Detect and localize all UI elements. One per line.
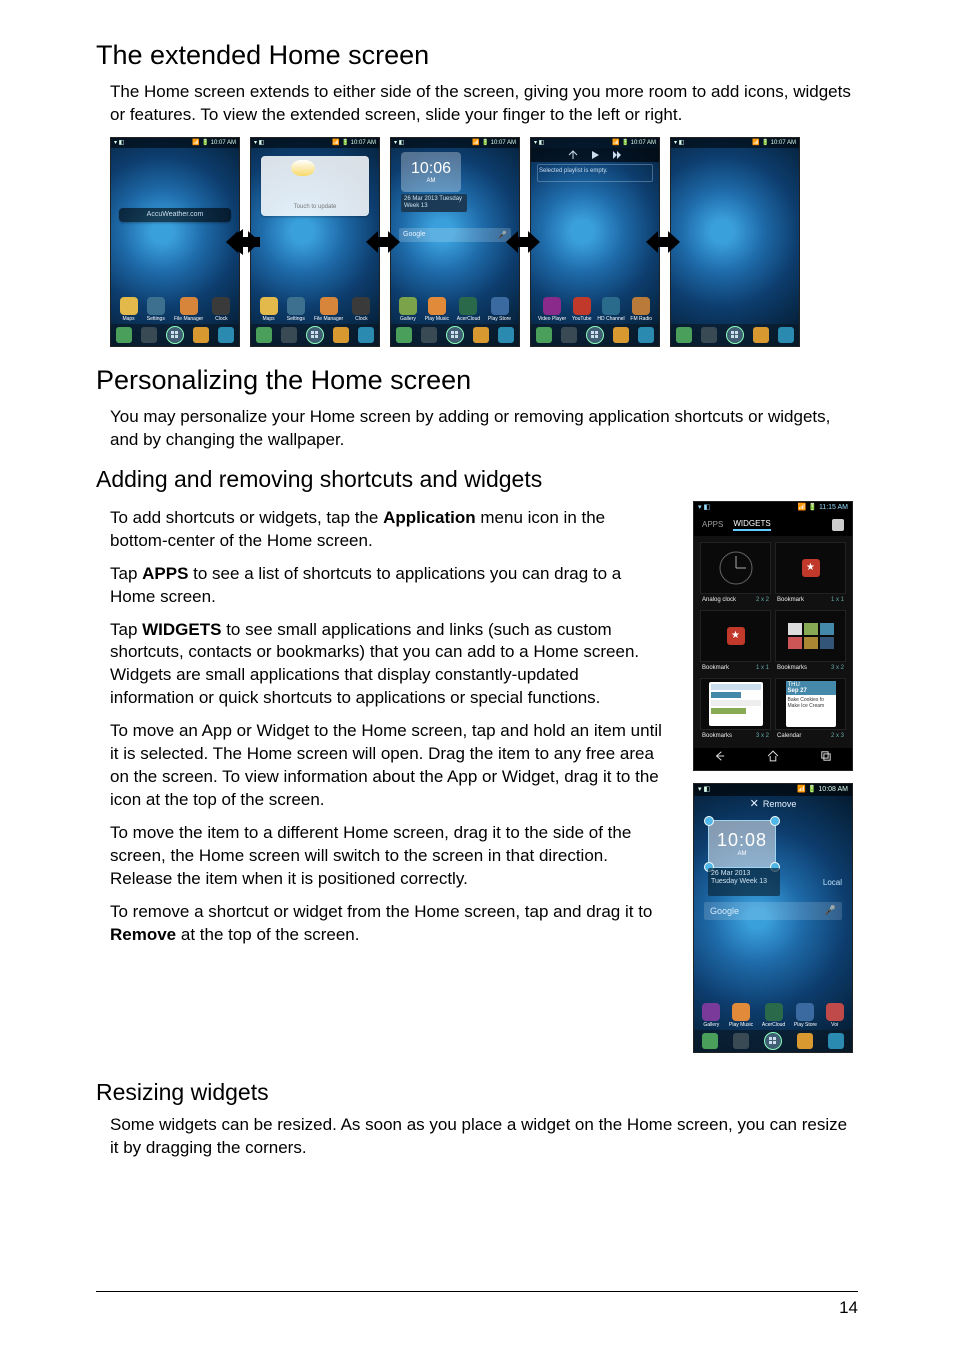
paragraph-add-p5: To move the item to a different Home scr… bbox=[110, 822, 663, 891]
heading-personalizing: Personalizing the Home screen bbox=[96, 365, 858, 396]
arrow-icon bbox=[646, 225, 680, 259]
home-screen-4: ▾ ◧📶 🔋 10:07 AMSelected playlist is empt… bbox=[530, 137, 660, 347]
paragraph-add-p2: Tap APPS to see a list of shortcuts to a… bbox=[110, 563, 663, 609]
shop-icon bbox=[832, 519, 844, 531]
tab-apps: APPS bbox=[702, 520, 723, 529]
paragraph-resizing-desc: Some widgets can be resized. As soon as … bbox=[110, 1114, 858, 1160]
home-screen-2: ▾ ◧📶 🔋 10:07 AMTouch to updateMapsSettin… bbox=[250, 137, 380, 347]
date-widget: 26 Mar 2013 Tuesday Week 13 bbox=[708, 868, 780, 896]
arrow-icon bbox=[226, 225, 260, 259]
remove-label: Remove bbox=[763, 799, 797, 809]
close-icon: ✕ bbox=[750, 797, 759, 810]
home-screen-5: ▾ ◧📶 🔋 10:07 AM bbox=[670, 137, 800, 347]
search-widget: Google 🎤 bbox=[704, 902, 842, 920]
widget-cell-5: THUSep 27Bake Cookies fo Make Ice CreamC… bbox=[775, 678, 846, 742]
search-text: Google bbox=[710, 906, 739, 916]
paragraph-add-p4: To move an App or Widget to the Home scr… bbox=[110, 720, 663, 812]
clock-widget-selected: 10:08 AM bbox=[708, 820, 776, 868]
paragraph-add-p3: Tap WIDGETS to see small applications an… bbox=[110, 619, 663, 711]
arrow-icon bbox=[506, 225, 540, 259]
heading-adding-removing: Adding and removing shortcuts and widget… bbox=[96, 466, 858, 493]
extended-home-illustration: ▾ ◧📶 🔋 10:07 AMAccuWeather.comMapsSettin… bbox=[110, 137, 858, 347]
paragraph-add-p1: To add shortcuts or widgets, tap the App… bbox=[110, 507, 663, 553]
widget-cell-2: ★Bookmark1 x 1 bbox=[700, 610, 771, 674]
heading-resizing: Resizing widgets bbox=[96, 1079, 858, 1106]
tab-widgets: WIDGETS bbox=[733, 519, 770, 531]
home-screen-1: ▾ ◧📶 🔋 10:07 AMAccuWeather.comMapsSettin… bbox=[110, 137, 240, 347]
arrow-icon bbox=[366, 225, 400, 259]
widget-cell-4: Bookmarks3 x 2 bbox=[700, 678, 771, 742]
heading-extended-home: The extended Home screen bbox=[96, 40, 858, 71]
local-label: Local bbox=[823, 878, 842, 887]
widget-cell-1: ★Bookmark1 x 1 bbox=[775, 542, 846, 606]
footer-rule bbox=[96, 1291, 858, 1292]
home-screen-3: ▾ ◧📶 🔋 10:07 AM10:06AM26 Mar 2013 Tuesda… bbox=[390, 137, 520, 347]
screenshot-widget-picker: ▾ ◧ 📶 🔋 11:15 AM APPS WIDGETS Analog clo… bbox=[693, 501, 853, 771]
right-column-illustrations: ▾ ◧ 📶 🔋 11:15 AM APPS WIDGETS Analog clo… bbox=[693, 501, 858, 1053]
widget-cell-3: Bookmarks3 x 2 bbox=[775, 610, 846, 674]
clock-time: 10:08 bbox=[717, 830, 767, 851]
mic-icon: 🎤 bbox=[825, 905, 836, 916]
widget-cell-0: Analog clock2 x 2 bbox=[700, 542, 771, 606]
nav-home-icon bbox=[766, 749, 780, 768]
page-number: 14 bbox=[839, 1298, 858, 1318]
nav-recent-icon bbox=[819, 749, 833, 768]
status-icons-left: ▾ ◧ bbox=[698, 502, 710, 514]
paragraph-personalizing-desc: You may personalize your Home screen by … bbox=[110, 406, 858, 452]
remove-bar: ✕ Remove bbox=[724, 796, 822, 812]
paragraph-extended-desc: The Home screen extends to either side o… bbox=[110, 81, 858, 127]
screenshot-remove-mode: ▾ ◧ 📶 🔋 10:08 AM ✕ Remove 10:08 AM 26 Ma… bbox=[693, 783, 853, 1053]
paragraph-add-p6: To remove a shortcut or widget from the … bbox=[110, 901, 663, 947]
nav-back-icon bbox=[713, 749, 727, 768]
status-icons-left: ▾ ◧ bbox=[698, 784, 710, 796]
status-time: 📶 🔋 11:15 AM bbox=[798, 502, 848, 514]
status-time: 📶 🔋 10:08 AM bbox=[797, 784, 848, 796]
clock-ampm: AM bbox=[738, 851, 747, 857]
